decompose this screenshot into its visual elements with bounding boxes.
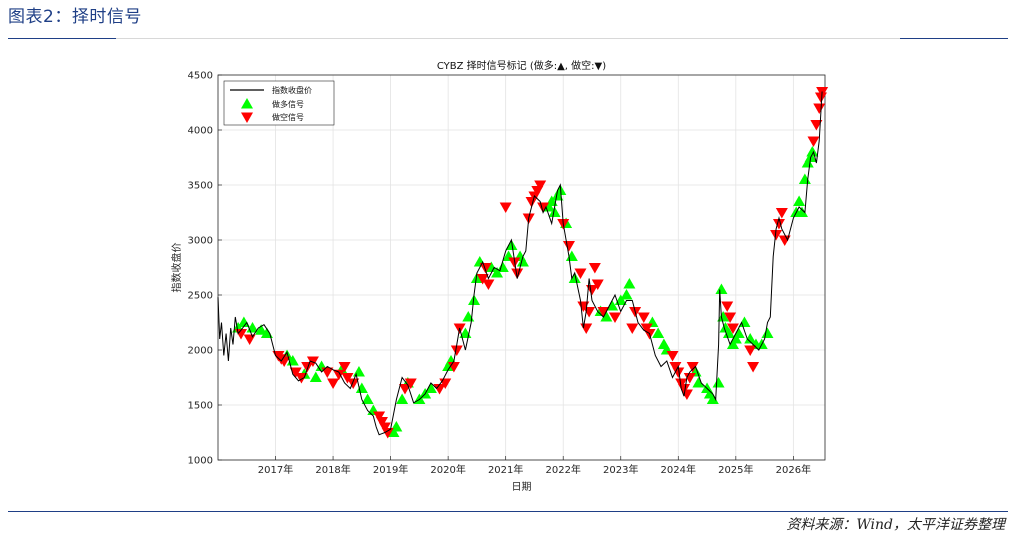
short-signal-marker (778, 235, 791, 246)
x-tick-label: 2017年 (258, 463, 293, 476)
short-signal-marker (680, 389, 693, 400)
plot-area (217, 74, 826, 461)
long-signal-series (232, 146, 819, 437)
short-signal-marker (744, 345, 757, 356)
legend-label-long: 做多信号 (272, 99, 304, 109)
long-signal-marker (565, 250, 578, 261)
long-signal-marker (761, 327, 774, 338)
x-tick-label: 2018年 (315, 463, 350, 476)
long-signal-marker (715, 283, 728, 294)
x-tick-label: 2026年 (776, 463, 811, 476)
source-note: 资料来源：Wind，太平洋证券整理 (786, 517, 1005, 533)
short-signal-marker (580, 323, 593, 334)
short-signal-series (235, 87, 829, 439)
x-tick-label: 2020年 (430, 463, 465, 476)
long-signal-marker (793, 195, 806, 206)
x-tick-label: 2023年 (603, 463, 638, 476)
x-tick-label: 2019年 (373, 463, 408, 476)
long-signal-marker (355, 382, 368, 393)
long-signal-marker (309, 371, 322, 382)
short-signal-marker (562, 241, 575, 252)
chart-grid (218, 74, 825, 461)
x-tick-label: 2022年 (545, 463, 580, 476)
chart-title: CYBZ 择时信号标记 (做多:▲, 做空:▼) (437, 59, 606, 72)
y-tick-label: 3000 (188, 236, 213, 247)
y-tick-label: 2500 (188, 291, 213, 302)
y-tick-label: 2000 (188, 346, 213, 357)
short-signal-marker (626, 323, 639, 334)
short-signal-marker (327, 378, 340, 389)
short-signal-marker (588, 263, 601, 274)
short-signal-marker (482, 279, 495, 290)
x-tick-label: 2025年 (718, 463, 753, 476)
short-signal-marker (747, 362, 760, 373)
y-axis-label: 指数收盘价 (170, 243, 183, 293)
chart-legend: 指数收盘价 做多信号 做空信号 (223, 80, 335, 126)
y-tick-label: 3500 (188, 181, 213, 192)
short-signal-marker (637, 312, 650, 323)
long-signal-marker (623, 278, 636, 289)
short-signal-marker (807, 136, 820, 147)
y-tick-label: 4000 (188, 126, 213, 137)
short-signal-marker (243, 334, 256, 345)
short-signal-marker (721, 301, 734, 312)
short-signal-marker (499, 202, 512, 213)
short-signal-marker (666, 351, 679, 362)
x-tick-label: 2024年 (661, 463, 696, 476)
y-tick-label: 4500 (188, 71, 213, 82)
short-signal-marker (583, 307, 596, 318)
x-axis-label: 日期 (512, 481, 532, 493)
chart-figure: 1000 1500 2000 2500 3000 3500 4000 4500 2017年 201… (170, 59, 829, 493)
legend-label-price: 指数收盘价 (272, 85, 312, 95)
footer-rule (8, 511, 1008, 512)
x-tick-label: 2021年 (488, 463, 523, 476)
long-signal-marker (712, 377, 725, 388)
legend-label-short: 做空信号 (272, 112, 304, 122)
y-tick-label: 1500 (188, 401, 213, 412)
long-signal-marker (798, 173, 811, 184)
short-signal-marker (813, 103, 826, 114)
y-tick-label: 1000 (188, 456, 213, 467)
long-signal-marker (352, 366, 365, 377)
short-signal-marker (683, 373, 696, 384)
short-signal-marker (775, 208, 788, 219)
short-signal-marker (772, 219, 785, 230)
long-signal-marker (620, 289, 633, 300)
long-signal-marker (692, 377, 705, 388)
